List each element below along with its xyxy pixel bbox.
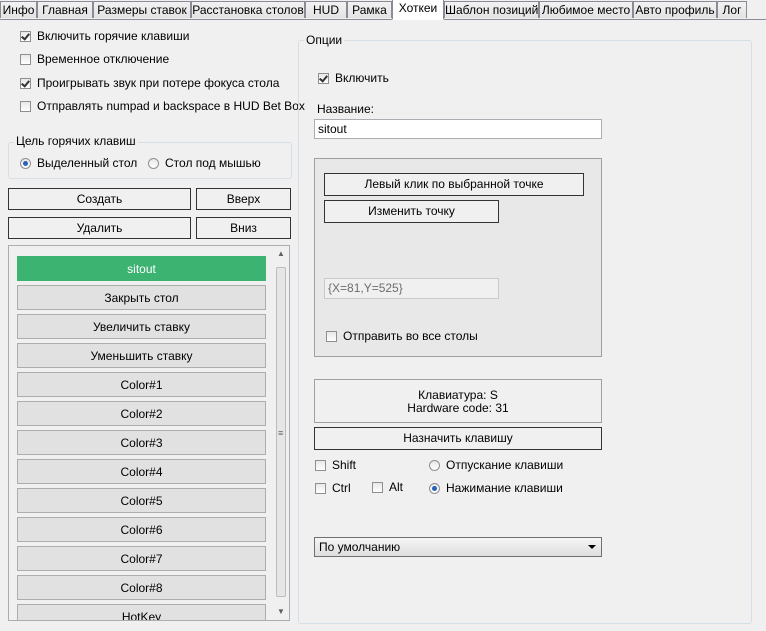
- alt-checkbox[interactable]: Alt: [372, 480, 403, 494]
- target-group-title: Цель горячих клавиш: [14, 134, 138, 148]
- target-mouse-label: Стол под мышью: [165, 156, 261, 170]
- tab-main[interactable]: Главная: [37, 1, 93, 18]
- key-info-box: Клавиатура: S Hardware code: 31: [314, 379, 602, 423]
- scroll-up-icon[interactable]: ▲: [277, 249, 285, 258]
- enable-hotkeys-label: Включить горячие клавиши: [37, 29, 190, 43]
- target-selected-radio[interactable]: Выделенный стол: [20, 156, 137, 170]
- scroll-thumb[interactable]: ≡: [276, 267, 286, 597]
- press-label: Нажимание клавиши: [446, 481, 563, 495]
- up-button[interactable]: Вверх: [196, 188, 291, 210]
- checkbox-icon: [372, 481, 383, 493]
- send-all-label: Отправить во все столы: [343, 329, 478, 343]
- list-item[interactable]: Color#8: [17, 575, 266, 600]
- tab-bet-sizes[interactable]: Размеры ставок: [93, 1, 191, 18]
- checkbox-icon: [20, 100, 31, 112]
- radio-icon: [148, 157, 159, 169]
- target-selected-label: Выделенный стол: [37, 156, 138, 170]
- checkbox-icon: [315, 459, 326, 471]
- checkbox-checked-icon: [20, 77, 31, 89]
- list-scrollbar[interactable]: ▲ ≡ ▼: [274, 247, 288, 619]
- hotkeys-panel: Включить горячие клавиши Временное отклю…: [0, 20, 766, 631]
- tab-info[interactable]: Инфо: [0, 1, 37, 18]
- checkbox-icon: [20, 53, 31, 65]
- play-sound-checkbox[interactable]: Проигрывать звук при потере фокуса стола: [20, 76, 279, 90]
- tab-auto-profile[interactable]: Авто профиль: [633, 1, 717, 18]
- radio-selected-icon: [429, 482, 440, 494]
- play-sound-label: Проигрывать звук при потере фокуса стола: [37, 76, 280, 90]
- profile-dropdown[interactable]: По умолчанию: [314, 537, 602, 557]
- release-label: Отпускание клавиши: [446, 458, 564, 472]
- list-item[interactable]: Color#4: [17, 459, 266, 484]
- alt-label: Alt: [389, 480, 404, 494]
- tab-hud[interactable]: HUD: [305, 1, 347, 18]
- name-input[interactable]: sitout: [314, 119, 602, 139]
- tab-log[interactable]: Лог: [717, 1, 747, 18]
- change-point-button[interactable]: Изменить точку: [324, 200, 499, 223]
- action-button[interactable]: Левый клик по выбранной точке: [324, 173, 584, 196]
- create-button[interactable]: Создать: [8, 188, 191, 210]
- shift-label: Shift: [332, 458, 357, 472]
- radio-icon: [429, 459, 440, 471]
- send-numpad-checkbox[interactable]: Отправлять numpad и backspace в HUD Bet …: [20, 99, 305, 113]
- press-radio[interactable]: Нажимание клавиши: [429, 481, 563, 495]
- release-radio[interactable]: Отпускание клавиши: [429, 458, 563, 472]
- options-title: Опции: [304, 33, 345, 47]
- temp-disable-checkbox[interactable]: Временное отключение: [20, 52, 169, 66]
- tab-position-template[interactable]: Шаблон позиций: [444, 1, 539, 18]
- list-item[interactable]: Уменьшить ставку: [17, 343, 266, 368]
- checkbox-icon: [326, 330, 337, 342]
- name-label: Название:: [317, 102, 374, 116]
- list-item[interactable]: Color#2: [17, 401, 266, 426]
- chevron-down-icon: [588, 545, 596, 549]
- ctrl-label: Ctrl: [332, 481, 351, 495]
- checkbox-icon: [315, 482, 326, 494]
- hotkey-list[interactable]: sitout Закрыть стол Увеличить ставку Уме…: [8, 245, 290, 621]
- enable-hotkey-checkbox[interactable]: Включить: [318, 71, 389, 85]
- list-item[interactable]: Закрыть стол: [17, 285, 266, 310]
- shift-checkbox[interactable]: Shift: [315, 458, 356, 472]
- radio-selected-icon: [20, 157, 31, 169]
- enable-hotkey-label: Включить: [335, 71, 389, 85]
- delete-button[interactable]: Удалить: [8, 217, 191, 239]
- list-item[interactable]: Увеличить ставку: [17, 314, 266, 339]
- checkbox-checked-icon: [318, 72, 329, 84]
- down-button[interactable]: Вниз: [196, 217, 291, 239]
- grip-icon: ≡: [278, 428, 284, 438]
- ctrl-checkbox[interactable]: Ctrl: [315, 481, 351, 495]
- target-mouse-radio[interactable]: Стол под мышью: [148, 156, 261, 170]
- tab-favorite-seat[interactable]: Любимое место: [539, 1, 633, 18]
- list-item[interactable]: Color#7: [17, 546, 266, 571]
- tab-table-layout[interactable]: Расстановка столов: [191, 1, 305, 18]
- assign-key-button[interactable]: Назначить клавишу: [314, 427, 602, 450]
- send-numpad-label: Отправлять numpad и backspace в HUD Bet …: [37, 99, 305, 113]
- list-item[interactable]: Color#6: [17, 517, 266, 542]
- scroll-down-icon[interactable]: ▼: [277, 607, 285, 616]
- temp-disable-label: Временное отключение: [37, 52, 170, 66]
- tab-frame[interactable]: Рамка: [347, 1, 392, 18]
- tab-bar: Инфо Главная Размеры ставок Расстановка …: [0, 0, 766, 20]
- enable-hotkeys-checkbox[interactable]: Включить горячие клавиши: [20, 29, 189, 43]
- hardware-code-label: Hardware code: 31: [407, 401, 509, 415]
- list-item[interactable]: HotKey: [17, 604, 266, 620]
- list-item[interactable]: Color#1: [17, 372, 266, 397]
- point-field: {X=81,Y=525}: [324, 278, 499, 299]
- send-all-checkbox[interactable]: Отправить во все столы: [326, 329, 478, 343]
- dropdown-value: По умолчанию: [319, 540, 401, 554]
- checkbox-checked-icon: [20, 30, 31, 42]
- list-item[interactable]: Color#3: [17, 430, 266, 455]
- tab-hotkeys[interactable]: Хоткеи: [392, 0, 444, 20]
- list-item[interactable]: Color#5: [17, 488, 266, 513]
- list-item[interactable]: sitout: [17, 256, 266, 281]
